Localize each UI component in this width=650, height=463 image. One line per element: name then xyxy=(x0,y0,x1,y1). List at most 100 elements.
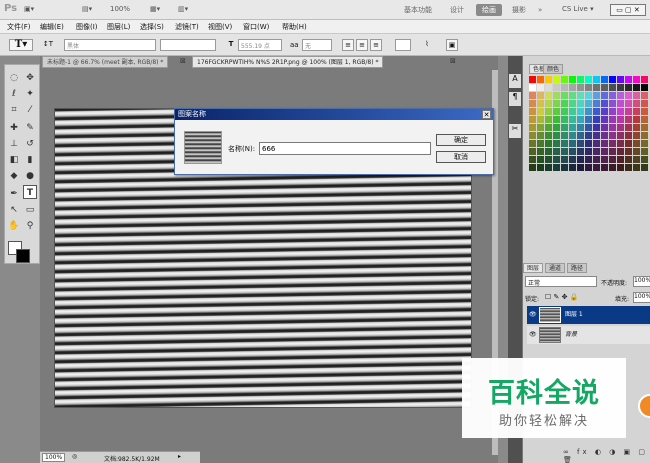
swatch[interactable] xyxy=(633,100,640,107)
swatch[interactable] xyxy=(641,92,648,99)
extras-icon[interactable]: ▥▾ xyxy=(178,5,188,13)
swatch[interactable] xyxy=(553,92,560,99)
tools-preset-icon[interactable]: ✂ xyxy=(509,124,521,138)
swatch[interactable] xyxy=(569,100,576,107)
swatch[interactable] xyxy=(561,92,568,99)
visibility-eye-icon[interactable]: 👁 xyxy=(529,306,537,324)
swatch[interactable] xyxy=(569,132,576,139)
tab-paths[interactable]: 路径 xyxy=(567,263,588,273)
tab-png-document[interactable]: 176FGCKRPWTIH% N%S 2R1P.png @ 100% (图层 1… xyxy=(192,56,384,68)
swatch[interactable] xyxy=(601,132,608,139)
tab-untitled-1[interactable]: 未标题-1 @ 66.7% (meet 副本, RGB/8) * xyxy=(42,56,169,68)
screen-mode-icon[interactable]: ▤▾ xyxy=(82,5,92,13)
arrange-icon[interactable]: ▦▾ xyxy=(150,5,160,13)
swatch[interactable] xyxy=(601,76,608,83)
swatch[interactable] xyxy=(609,84,616,91)
swatch[interactable] xyxy=(529,164,536,171)
swatch[interactable] xyxy=(561,124,568,131)
swatch[interactable] xyxy=(529,84,536,91)
cs-live-button[interactable]: CS Live ▾ xyxy=(562,5,594,13)
cancel-button[interactable]: 取消 xyxy=(436,151,486,163)
opacity-field[interactable]: 100% xyxy=(633,276,650,287)
swatch[interactable] xyxy=(593,156,600,163)
history-brush-icon[interactable]: ↺ xyxy=(23,137,37,151)
swatch[interactable] xyxy=(593,92,600,99)
swatch[interactable] xyxy=(569,140,576,147)
swatch[interactable] xyxy=(593,124,600,131)
layer-row-background[interactable]: 👁 背景 xyxy=(527,326,650,344)
swatch[interactable] xyxy=(577,148,584,155)
swatch[interactable] xyxy=(601,164,608,171)
swatch[interactable] xyxy=(625,116,632,123)
swatch[interactable] xyxy=(585,116,592,123)
swatch[interactable] xyxy=(569,76,576,83)
swatch[interactable] xyxy=(641,140,648,147)
path-selection-icon[interactable]: ↖ xyxy=(7,203,21,217)
swatch[interactable] xyxy=(561,108,568,115)
swatch[interactable] xyxy=(609,100,616,107)
swatch[interactable] xyxy=(617,108,624,115)
swatch[interactable] xyxy=(561,116,568,123)
menu-filter[interactable]: 滤镜(T) xyxy=(175,22,199,32)
font-size-field[interactable]: 555.19 点 xyxy=(238,39,282,51)
workspace-essentials[interactable]: 基本功能 xyxy=(398,4,438,16)
swatch[interactable] xyxy=(601,92,608,99)
layer-actions-icons[interactable]: ∞ fx ◐ ◑ ▣ ▢ 🗑 xyxy=(563,448,650,463)
swatch[interactable] xyxy=(537,108,544,115)
swatch[interactable] xyxy=(593,76,600,83)
swatch[interactable] xyxy=(585,124,592,131)
swatch[interactable] xyxy=(601,84,608,91)
bridge-icon[interactable]: ▣▾ xyxy=(24,5,34,13)
tab-channels[interactable]: 通道 xyxy=(545,263,566,273)
swatch[interactable] xyxy=(585,76,592,83)
swatch[interactable] xyxy=(625,100,632,107)
background-color-swatch[interactable] xyxy=(16,249,30,263)
swatch[interactable] xyxy=(569,124,576,131)
swatch[interactable] xyxy=(609,116,616,123)
swatch[interactable] xyxy=(553,164,560,171)
paragraph-icon[interactable]: ¶ xyxy=(509,92,521,106)
swatch[interactable] xyxy=(609,156,616,163)
swatch[interactable] xyxy=(585,156,592,163)
swatch[interactable] xyxy=(633,132,640,139)
status-arrow-icon[interactable]: ▸ xyxy=(178,453,181,460)
swatch[interactable] xyxy=(553,124,560,131)
menu-select[interactable]: 选择(S) xyxy=(140,22,164,32)
swatch[interactable] xyxy=(641,124,648,131)
fill-field[interactable]: 100% xyxy=(633,292,650,303)
swatch[interactable] xyxy=(625,164,632,171)
swatch[interactable] xyxy=(569,92,576,99)
swatch[interactable] xyxy=(529,100,536,107)
swatch[interactable] xyxy=(569,148,576,155)
swatch[interactable] xyxy=(625,108,632,115)
swatch[interactable] xyxy=(553,156,560,163)
menu-window[interactable]: 窗口(W) xyxy=(243,22,269,32)
text-orientation-icon[interactable]: ↕T xyxy=(42,39,54,51)
swatch[interactable] xyxy=(537,148,544,155)
swatch[interactable] xyxy=(569,108,576,115)
swatch[interactable] xyxy=(545,124,552,131)
swatch[interactable] xyxy=(609,164,616,171)
swatch[interactable] xyxy=(585,164,592,171)
swatch[interactable] xyxy=(641,108,648,115)
swatch[interactable] xyxy=(633,156,640,163)
font-family-select[interactable]: 黑体 xyxy=(64,39,156,51)
swatch[interactable] xyxy=(641,164,648,171)
swatch[interactable] xyxy=(617,132,624,139)
swatch[interactable] xyxy=(593,164,600,171)
swatch[interactable] xyxy=(561,132,568,139)
swatch[interactable] xyxy=(585,148,592,155)
swatch[interactable] xyxy=(537,100,544,107)
swatch[interactable] xyxy=(577,100,584,107)
swatch[interactable] xyxy=(545,100,552,107)
swatch[interactable] xyxy=(609,76,616,83)
swatch[interactable] xyxy=(641,132,648,139)
swatch[interactable] xyxy=(569,156,576,163)
swatch[interactable] xyxy=(577,116,584,123)
swatch[interactable] xyxy=(545,108,552,115)
visibility-eye-icon[interactable]: 👁 xyxy=(529,326,537,344)
swatch[interactable] xyxy=(569,116,576,123)
swatch[interactable] xyxy=(529,108,536,115)
swatch[interactable] xyxy=(633,140,640,147)
swatch[interactable] xyxy=(617,164,624,171)
